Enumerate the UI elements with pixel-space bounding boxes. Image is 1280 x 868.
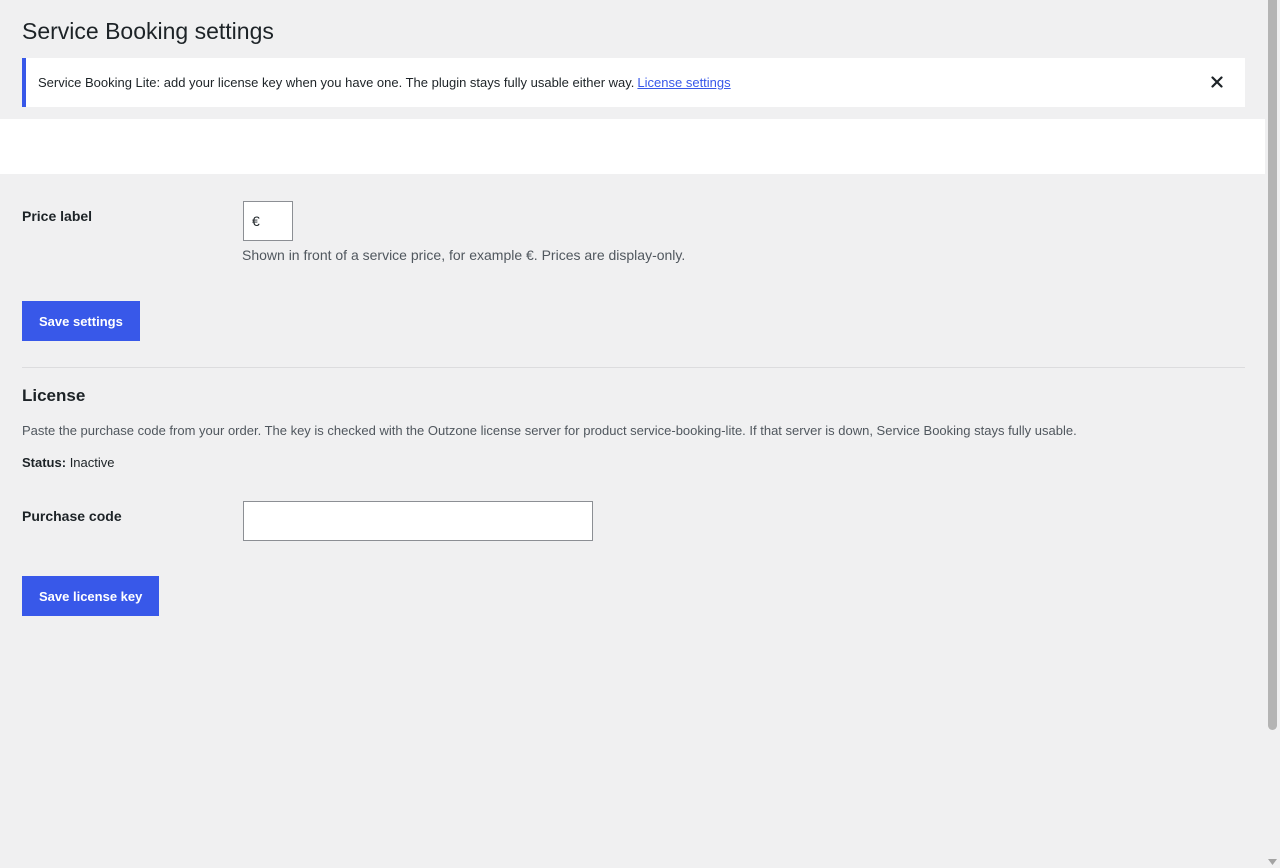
license-section-title: License — [22, 386, 86, 405]
license-description: Paste the purchase code from your order.… — [22, 423, 1077, 438]
scrollbar-thumb[interactable] — [1268, 0, 1277, 730]
price-label-input[interactable] — [243, 201, 293, 241]
notice-text: Service Booking Lite: add your license k… — [38, 75, 635, 90]
scrollbar[interactable] — [1265, 0, 1280, 868]
save-settings-button[interactable]: Save settings — [22, 301, 140, 341]
license-notice: Service Booking Lite: add your license k… — [22, 58, 1245, 107]
save-license-key-button[interactable]: Save license key — [22, 576, 160, 616]
status-label: Status: — [22, 455, 67, 470]
license-status: Status: Inactive — [22, 455, 115, 470]
tab-bar-area — [0, 119, 1280, 174]
purchase-code-label: Purchase code — [22, 508, 122, 524]
license-settings-link[interactable]: License settings — [637, 75, 730, 90]
close-icon[interactable] — [1207, 72, 1227, 92]
purchase-code-input[interactable] — [243, 501, 593, 541]
scroll-down-arrow-icon[interactable] — [1268, 857, 1277, 866]
section-divider — [22, 367, 1245, 368]
price-label: Price label — [22, 208, 93, 224]
page-title: Service Booking settings — [22, 18, 274, 44]
status-value: Inactive — [69, 455, 115, 470]
price-help-text: Shown in front of a service price, for e… — [242, 247, 686, 263]
